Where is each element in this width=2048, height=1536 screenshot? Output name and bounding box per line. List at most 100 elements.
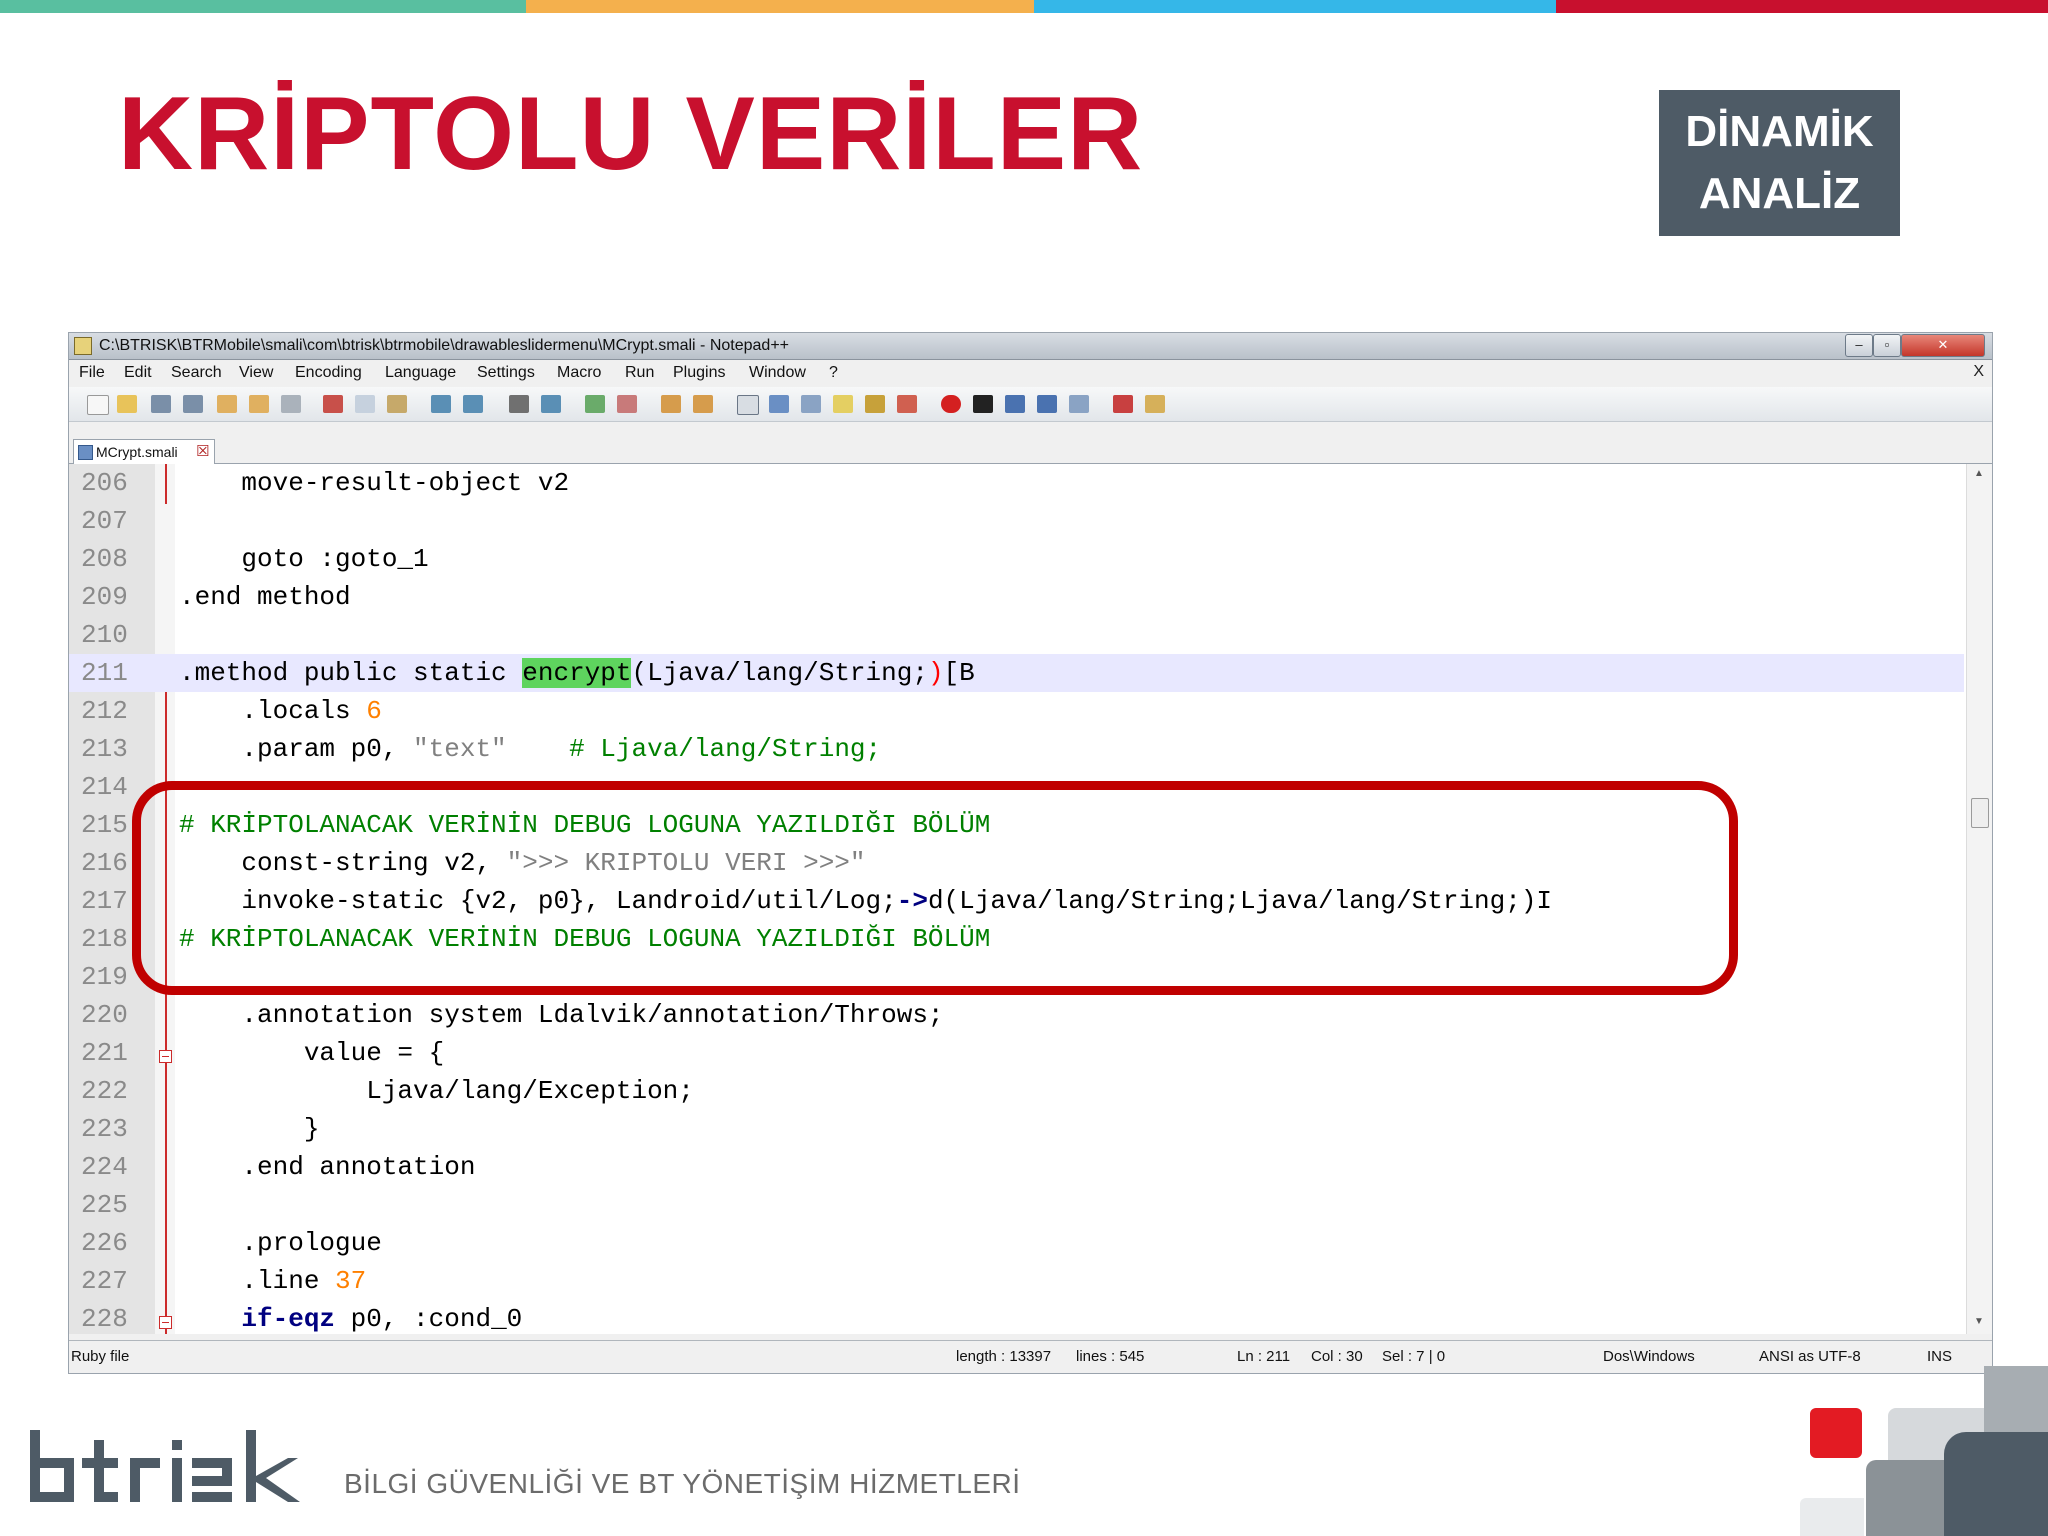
status-bar: Ruby file length : 13397 lines : 545 Ln … xyxy=(69,1340,1992,1373)
tab-mcrypt-smali[interactable]: MCrypt.smali ☒ xyxy=(73,439,215,464)
stop-macro-icon[interactable] xyxy=(973,395,993,413)
code-line-224: 224 .end annotation xyxy=(69,1148,1964,1186)
scroll-up-icon[interactable]: ▲ xyxy=(1974,468,1984,479)
zoom-out-icon[interactable] xyxy=(617,395,637,413)
show-all-chars-icon[interactable] xyxy=(769,395,789,413)
user-lang-icon[interactable] xyxy=(833,395,853,413)
menu-encoding[interactable]: Encoding xyxy=(295,364,362,382)
vertical-scrollbar[interactable]: ▲ ▼ xyxy=(1966,464,1992,1334)
play-macro-icon[interactable] xyxy=(1005,395,1025,413)
window-titlebar[interactable]: C:\BTRISK\BTRMobile\smali\com\btrisk\btr… xyxy=(69,333,1992,360)
btrisk-logo xyxy=(30,1430,300,1502)
save-icon[interactable] xyxy=(151,395,171,413)
code-line-209: 209 .end method xyxy=(69,578,1964,616)
tab-bar: MCrypt.smali ☒ xyxy=(69,437,1992,464)
close-document-button[interactable]: X xyxy=(1973,363,1984,381)
tab-close-icon[interactable]: ☒ xyxy=(196,442,209,460)
menu-edit[interactable]: Edit xyxy=(124,364,152,382)
line-number: 212 xyxy=(81,696,128,726)
code-token: if-eqz xyxy=(241,1304,336,1334)
undo-icon[interactable] xyxy=(431,395,451,413)
plugin-icon[interactable] xyxy=(1145,395,1165,413)
scroll-down-icon[interactable]: ▼ xyxy=(1974,1316,1984,1327)
code-line-226: 226 .prologue xyxy=(69,1224,1964,1262)
menu-plugins[interactable]: Plugins xyxy=(673,364,725,382)
code-token: .end method xyxy=(179,582,351,612)
save-all-icon[interactable] xyxy=(183,395,203,413)
menu-settings[interactable]: Settings xyxy=(477,364,535,382)
code-token: .locals xyxy=(179,696,367,726)
code-line-221: 221 value = { xyxy=(69,1034,1964,1072)
find-icon[interactable] xyxy=(509,395,529,413)
redo-icon[interactable] xyxy=(463,395,483,413)
menu-file[interactable]: File xyxy=(79,364,105,382)
record-macro-icon[interactable] xyxy=(941,395,961,413)
code-line-211-current: 211 .method public static encrypt(Ljava/l… xyxy=(69,654,1964,692)
menu-run[interactable]: Run xyxy=(625,364,654,382)
scrollbar-thumb[interactable] xyxy=(1971,798,1989,828)
badge-line-1: DİNAMİK xyxy=(1685,107,1874,156)
code-token: .prologue xyxy=(179,1228,382,1258)
code-token: "text" xyxy=(413,734,507,764)
toolbar xyxy=(69,387,1992,422)
save-macro-icon[interactable] xyxy=(1069,395,1089,413)
code-token: # Ljava/lang/String; xyxy=(506,734,882,764)
menu-help[interactable]: ? xyxy=(829,364,838,382)
cut-icon[interactable] xyxy=(323,395,343,413)
spell-check-icon[interactable] xyxy=(1113,395,1133,413)
decor-block xyxy=(1800,1498,1864,1536)
close-window-button[interactable]: ✕ xyxy=(1901,334,1985,357)
copy-icon[interactable] xyxy=(355,395,375,413)
badge-line-2: ANALİZ xyxy=(1698,169,1861,218)
close-file-icon[interactable] xyxy=(217,395,237,413)
line-text: .method public static encrypt(Ljava/lang… xyxy=(179,654,975,692)
function-list-icon[interactable] xyxy=(897,395,917,413)
line-number: 224 xyxy=(81,1152,128,1182)
code-token: p0, :cond_0 xyxy=(335,1304,523,1334)
line-number: 222 xyxy=(81,1076,128,1106)
code-line-208: 208 goto :goto_1 xyxy=(69,540,1964,578)
sync-horizontal-icon[interactable] xyxy=(693,395,713,413)
line-number: 223 xyxy=(81,1114,128,1144)
menu-macro[interactable]: Macro xyxy=(557,364,601,382)
line-number: 208 xyxy=(81,544,128,574)
menu-bar: File Edit Search View Encoding Language … xyxy=(69,360,1992,386)
menu-view[interactable]: View xyxy=(239,364,273,382)
code-line-220: 220 .annotation system Ldalvik/annotatio… xyxy=(69,996,1964,1034)
menu-search[interactable]: Search xyxy=(171,364,222,382)
brand-red-square xyxy=(1810,1408,1862,1458)
minimize-button[interactable]: – xyxy=(1845,334,1873,357)
close-all-icon[interactable] xyxy=(249,395,269,413)
selected-token-encrypt: encrypt xyxy=(522,658,632,688)
section-badge: DİNAMİK ANALİZ xyxy=(1659,90,1900,236)
line-text: .locals 6 xyxy=(179,692,381,730)
line-number: 227 xyxy=(81,1266,128,1296)
new-file-icon[interactable] xyxy=(87,395,109,415)
menu-window[interactable]: Window xyxy=(749,364,806,382)
print-icon[interactable] xyxy=(281,395,301,413)
line-text: .param p0, "text" # Ljava/lang/String; xyxy=(179,730,881,768)
open-file-icon[interactable] xyxy=(117,395,137,413)
indent-guide-icon[interactable] xyxy=(801,395,821,413)
status-filetype: Ruby file xyxy=(71,1348,130,1365)
line-number: 207 xyxy=(81,506,128,536)
paste-icon[interactable] xyxy=(387,395,407,413)
line-text: } xyxy=(179,1110,320,1148)
line-number: 220 xyxy=(81,1000,128,1030)
menu-language[interactable]: Language xyxy=(385,364,456,382)
window-title: C:\BTRISK\BTRMobile\smali\com\btrisk\btr… xyxy=(99,337,789,354)
code-line-227: 227 .line 37 xyxy=(69,1262,1964,1300)
zoom-in-icon[interactable] xyxy=(585,395,605,413)
saved-file-icon xyxy=(78,445,93,460)
sync-vertical-icon[interactable] xyxy=(661,395,681,413)
code-token: [B xyxy=(943,658,975,688)
maximize-button[interactable]: ▫ xyxy=(1873,334,1901,357)
code-token: .line xyxy=(179,1266,336,1296)
status-col: Col : 30 xyxy=(1311,1348,1363,1365)
word-wrap-icon[interactable] xyxy=(737,395,759,415)
decor-block xyxy=(1944,1432,2048,1536)
doc-map-icon[interactable] xyxy=(865,395,885,413)
run-macro-multiple-icon[interactable] xyxy=(1037,395,1057,413)
line-number: 210 xyxy=(81,620,128,650)
replace-icon[interactable] xyxy=(541,395,561,413)
